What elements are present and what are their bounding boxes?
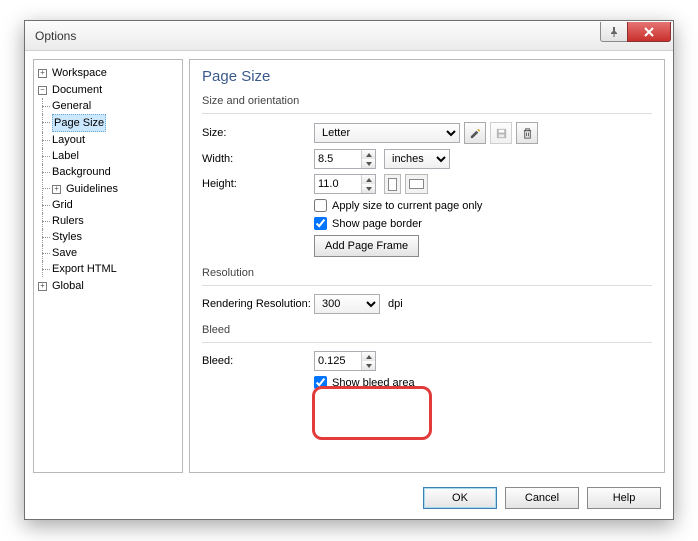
show-bleed-label: Show bleed area — [332, 377, 415, 389]
highlight-annotation — [312, 386, 432, 440]
ok-button[interactable]: OK — [423, 487, 497, 509]
bleed-label: Bleed: — [202, 355, 314, 367]
tree-layout[interactable]: Layout — [52, 132, 85, 148]
content-panel: Page Size Size and orientation Size: Let… — [189, 59, 665, 473]
tree-styles[interactable]: Styles — [52, 229, 82, 245]
units-select[interactable]: inches — [384, 149, 450, 169]
show-border-label: Show page border — [332, 218, 422, 230]
tree-export-html[interactable]: Export HTML — [52, 261, 117, 277]
spin-down-icon[interactable] — [362, 184, 375, 193]
spin-up-icon[interactable] — [362, 352, 375, 361]
apply-current-label: Apply size to current page only — [332, 200, 482, 212]
save-preset-button[interactable] — [490, 122, 512, 144]
render-res-select[interactable]: 300 — [314, 294, 380, 314]
height-input[interactable] — [314, 174, 376, 194]
window-buttons — [601, 22, 671, 42]
size-label: Size: — [202, 127, 314, 139]
height-field[interactable] — [315, 175, 361, 193]
spin-up-icon[interactable] — [362, 175, 375, 184]
delete-preset-button[interactable] — [516, 122, 538, 144]
dpi-label: dpi — [388, 298, 403, 310]
divider — [202, 113, 652, 114]
cancel-button[interactable]: Cancel — [505, 487, 579, 509]
spin-up-icon[interactable] — [362, 150, 375, 159]
dialog-footer: OK Cancel Help — [25, 481, 673, 515]
window-title: Options — [35, 29, 76, 43]
collapse-icon[interactable]: − — [38, 86, 47, 95]
tree-global[interactable]: +Global — [38, 278, 84, 294]
apply-current-input[interactable] — [314, 199, 327, 212]
group-bleed: Bleed — [202, 324, 652, 336]
tree-save[interactable]: Save — [52, 245, 77, 261]
expand-icon[interactable]: + — [38, 69, 47, 78]
orientation-landscape[interactable] — [405, 174, 428, 194]
dialog-body: +Workspace −Document General Page Size L… — [25, 51, 673, 481]
bleed-field[interactable] — [315, 352, 361, 370]
group-resolution: Resolution — [202, 267, 652, 279]
add-page-frame-button[interactable]: Add Page Frame — [314, 235, 419, 257]
page-title: Page Size — [202, 68, 652, 85]
expand-icon[interactable]: + — [52, 185, 61, 194]
tree-label[interactable]: Label — [52, 148, 79, 164]
tree-guidelines[interactable]: +Guidelines — [52, 181, 118, 197]
width-input[interactable] — [314, 149, 376, 169]
show-border-checkbox[interactable]: Show page border — [314, 217, 422, 230]
height-label: Height: — [202, 178, 314, 190]
size-select[interactable]: Letter — [314, 123, 460, 143]
titlebar[interactable]: Options — [25, 21, 673, 51]
options-dialog: Options +Workspace −Document General Pag… — [24, 20, 674, 520]
spin-down-icon[interactable] — [362, 159, 375, 168]
tree-general[interactable]: General — [52, 98, 91, 114]
divider — [202, 342, 652, 343]
category-tree[interactable]: +Workspace −Document General Page Size L… — [33, 59, 183, 473]
edit-preset-button[interactable] — [464, 122, 486, 144]
tree-background[interactable]: Background — [52, 164, 111, 180]
expand-icon[interactable]: + — [38, 282, 47, 291]
tree-rulers[interactable]: Rulers — [52, 213, 84, 229]
help-button[interactable]: Help — [587, 487, 661, 509]
apply-current-checkbox[interactable]: Apply size to current page only — [314, 199, 482, 212]
tree-page-size[interactable]: Page Size — [52, 114, 106, 132]
orientation-portrait[interactable] — [384, 174, 401, 194]
group-size-orientation: Size and orientation — [202, 95, 652, 107]
show-border-input[interactable] — [314, 217, 327, 230]
close-button[interactable] — [627, 22, 671, 42]
show-bleed-checkbox[interactable]: Show bleed area — [314, 376, 415, 389]
tree-document[interactable]: −Document — [38, 82, 102, 98]
pin-button[interactable] — [600, 22, 628, 42]
width-label: Width: — [202, 153, 314, 165]
tree-workspace[interactable]: +Workspace — [38, 65, 107, 81]
show-bleed-input[interactable] — [314, 376, 327, 389]
tree-grid[interactable]: Grid — [52, 197, 73, 213]
bleed-input[interactable] — [314, 351, 376, 371]
divider — [202, 285, 652, 286]
spin-down-icon[interactable] — [362, 361, 375, 370]
width-field[interactable] — [315, 150, 361, 168]
render-res-label: Rendering Resolution: — [202, 298, 314, 310]
